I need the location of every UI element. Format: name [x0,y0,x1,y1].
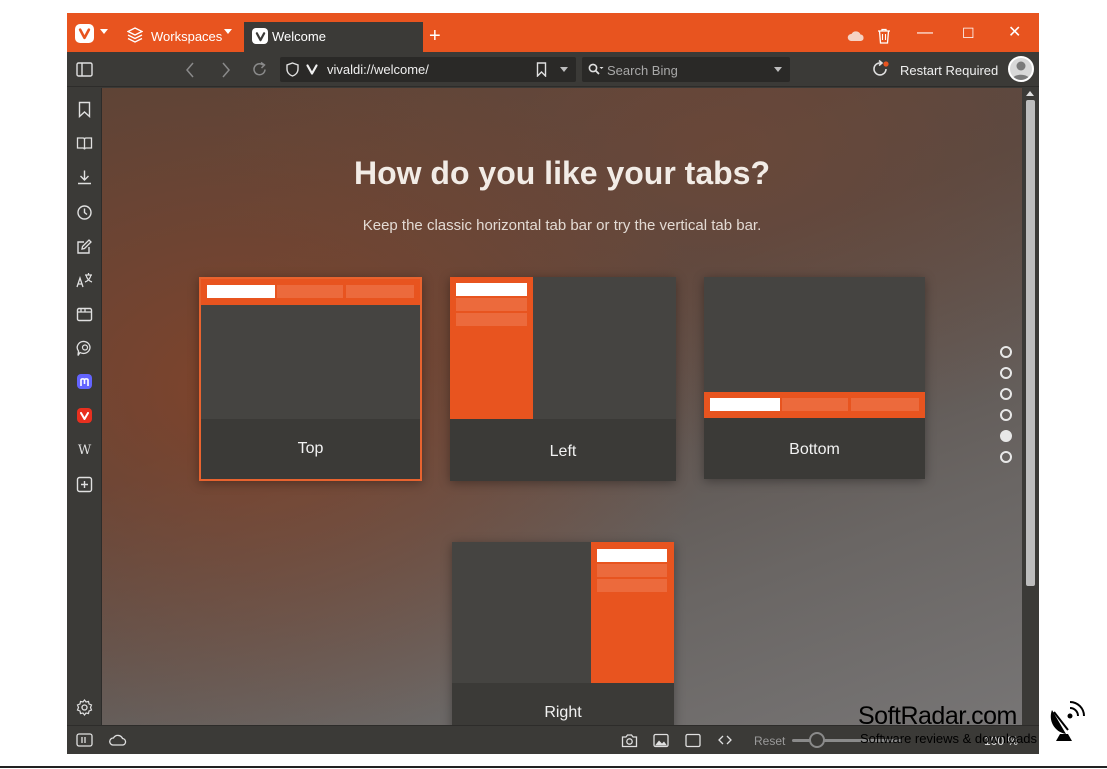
url-dropdown-icon[interactable] [560,67,568,72]
page-title: How do you like your tabs? [353,155,771,191]
restart-required-button[interactable]: Restart Required [900,63,998,78]
page-subtitle: Keep the classic horizontal tab bar or t… [362,217,762,234]
profile-avatar[interactable] [1008,56,1034,82]
shield-icon[interactable] [286,62,299,77]
watermark-subtitle: Software reviews & downloads [860,731,1038,746]
bookmark-page-icon[interactable] [536,62,547,77]
address-bar: vivaldi://welcome/ Search Bing Restart R… [67,52,1039,87]
step-dot-4[interactable] [1000,409,1012,421]
translate-icon[interactable] [76,272,93,289]
side-panel: W [67,88,102,725]
feed-icon[interactable] [76,340,93,357]
restart-icon[interactable] [871,59,891,79]
workspaces-icon[interactable] [127,27,143,43]
history-icon[interactable] [76,204,93,221]
back-icon[interactable] [185,62,195,78]
welcome-page: How do you like your tabs? Keep the clas… [102,88,1022,725]
search-icon [588,63,604,75]
tab-position-option-bottom[interactable]: Bottom [704,277,925,479]
step-dot-2[interactable] [1000,367,1012,379]
search-field[interactable]: Search Bing [582,57,790,82]
url-text[interactable]: vivaldi://welcome/ [327,62,429,77]
watermark-title: SoftRadar.com [858,702,1017,730]
wikipedia-icon[interactable]: W [76,443,93,460]
download-icon[interactable] [76,169,93,186]
search-placeholder: Search Bing [607,63,678,78]
images-toggle-icon[interactable] [653,733,669,748]
zoom-reset-button[interactable]: Reset [754,734,785,748]
vivaldi-site-icon [306,64,318,75]
vivaldi-menu-chevron-icon[interactable] [100,29,108,34]
step-dot-5[interactable] [1000,430,1012,442]
sync-cloud-icon[interactable] [847,30,865,42]
cloud-sync-icon[interactable] [109,734,127,746]
screen-edge [0,766,1107,768]
search-engine-dropdown-icon[interactable] [774,67,782,72]
capture-icon[interactable] [621,733,638,748]
bookmark-icon[interactable] [76,101,93,118]
window-icon[interactable] [76,306,93,323]
vivaldi-menu-icon[interactable] [75,24,94,43]
scroll-up-icon[interactable] [1026,91,1034,96]
vivaldi-social-icon[interactable] [77,408,92,423]
satellite-dish-icon [1050,701,1085,741]
step-dot-1[interactable] [1000,346,1012,358]
close-button[interactable]: ✕ [1008,23,1021,43]
tab-welcome[interactable]: Welcome [244,22,423,52]
tab-label: Welcome [272,29,326,44]
step-dot-3[interactable] [1000,388,1012,400]
page-actions-icon[interactable] [718,735,732,745]
mastodon-icon[interactable] [77,374,92,389]
tab-position-option-right[interactable]: Right [452,542,674,725]
trash-icon[interactable] [877,28,891,44]
option-label-right: Right [544,704,582,721]
page-scrollbar[interactable] [1022,88,1039,725]
workspaces-chevron-icon[interactable] [224,29,232,34]
scroll-thumb[interactable] [1026,100,1035,586]
panel-toggle-icon[interactable] [76,62,93,77]
maximize-button[interactable]: ☐ [962,23,975,43]
forward-icon[interactable] [221,62,231,78]
vivaldi-favicon-icon [252,28,268,44]
option-label-bottom: Bottom [789,441,840,458]
step-dot-6[interactable] [1000,451,1012,463]
option-label-left: Left [549,443,577,460]
reload-icon[interactable] [251,61,268,78]
page-tiling-icon[interactable] [685,733,701,748]
browser-window: Workspaces Welcome + — ☐ ✕ vivaldi://wel… [67,13,1039,754]
reading-list-icon[interactable] [76,135,93,152]
option-label-top: Top [297,440,324,457]
notes-icon[interactable] [76,238,93,255]
add-panel-icon[interactable] [76,476,93,493]
new-tab-button[interactable]: + [429,26,441,46]
minimize-button[interactable]: — [917,23,933,43]
panel-toggle-icon[interactable] [76,733,93,747]
url-field[interactable]: vivaldi://welcome/ [280,57,576,82]
settings-gear-icon[interactable] [76,699,93,716]
zoom-slider-handle[interactable] [809,732,825,748]
tab-position-option-left[interactable]: Left [450,277,676,481]
workspaces-button[interactable]: Workspaces [151,29,222,44]
title-bar: Workspaces Welcome + — ☐ ✕ [67,13,1039,52]
tab-position-option-top[interactable]: Top [199,277,422,481]
user-icon [1012,61,1030,80]
